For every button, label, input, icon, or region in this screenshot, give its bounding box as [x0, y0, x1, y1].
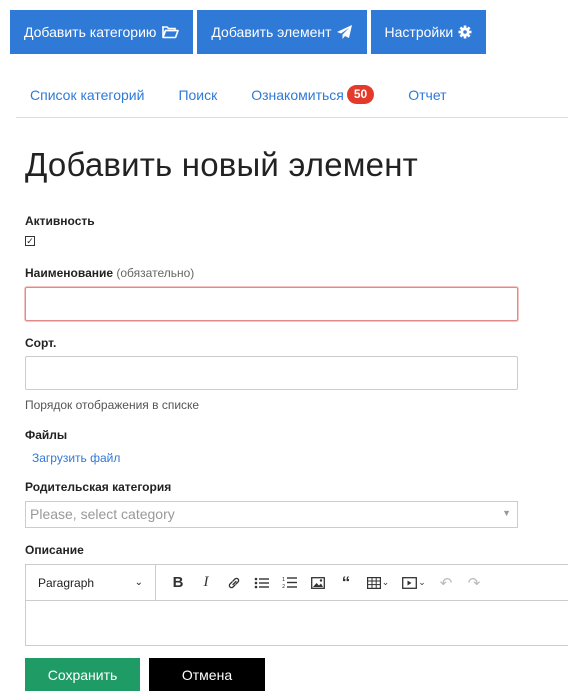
gear-icon	[458, 25, 472, 39]
add-category-label: Добавить категорию	[24, 24, 157, 40]
top-action-bar: Добавить категорию Добавить элемент Наст…	[10, 10, 487, 54]
parent-category-select[interactable]: Please, select category ▼	[25, 501, 518, 528]
cancel-button[interactable]: Отмена	[149, 658, 265, 691]
numbered-list-icon[interactable]: 12	[278, 571, 302, 595]
settings-label: Настройки	[384, 24, 454, 40]
table-icon[interactable]: ⌄	[362, 571, 394, 595]
active-label: Активность	[25, 214, 95, 228]
select-arrow-icon: ▼	[502, 508, 511, 518]
image-icon[interactable]	[306, 571, 330, 595]
files-label: Файлы	[25, 428, 68, 442]
folder-open-icon	[161, 25, 180, 39]
block-format-value: Paragraph	[38, 575, 95, 590]
editor-content-area[interactable]	[26, 601, 568, 645]
parent-category-placeholder: Please, select category	[30, 506, 175, 522]
sort-label: Сорт.	[25, 336, 57, 350]
bulleted-list-icon[interactable]	[250, 571, 274, 595]
tab-review-label: Ознакомиться	[251, 86, 344, 103]
sort-help-text: Порядок отображения в списке	[25, 398, 200, 412]
review-count-badge: 50	[346, 85, 375, 104]
tab-category-list[interactable]: Список категорий	[30, 87, 144, 103]
name-input[interactable]	[25, 287, 518, 321]
parent-category-label: Родительская категория	[25, 480, 172, 494]
add-element-label: Добавить элемент	[211, 24, 332, 40]
add-category-button[interactable]: Добавить категорию	[10, 10, 194, 54]
rich-text-editor: Paragraph ⌄ B I 12 “ ⌄ ⌄ ↶ ↷	[25, 564, 568, 646]
redo-icon[interactable]: ↷	[462, 571, 486, 595]
upload-file-link[interactable]: Загрузить файл	[32, 451, 120, 465]
tab-report[interactable]: Отчет	[408, 87, 446, 103]
tab-search[interactable]: Поиск	[178, 87, 217, 103]
name-label-text: Наименование	[25, 266, 114, 280]
nav-divider	[16, 117, 568, 118]
media-embed-icon[interactable]: ⌄	[398, 571, 430, 595]
nav-tabs: Список категорий Поиск Ознакомиться 50 О…	[30, 85, 481, 104]
sort-input[interactable]	[25, 356, 518, 390]
settings-button[interactable]: Настройки	[370, 10, 487, 54]
save-button[interactable]: Сохранить	[25, 658, 140, 691]
editor-toolbar: Paragraph ⌄ B I 12 “ ⌄ ⌄ ↶ ↷	[26, 565, 568, 601]
paper-plane-icon	[336, 25, 353, 39]
name-required-hint: (обязательно)	[116, 266, 195, 280]
active-checkbox[interactable]: ✓	[25, 236, 35, 246]
svg-text:1: 1	[282, 577, 285, 583]
table-dropdown-chevron-icon: ⌄	[381, 577, 390, 587]
description-label: Описание	[25, 543, 84, 557]
block-format-dropdown[interactable]: Paragraph ⌄	[26, 565, 156, 600]
undo-icon[interactable]: ↶	[434, 571, 458, 595]
add-element-button[interactable]: Добавить элемент	[197, 10, 367, 54]
link-icon[interactable]	[222, 571, 246, 595]
bold-icon[interactable]: B	[166, 571, 190, 595]
svg-text:2: 2	[282, 584, 285, 589]
name-label: Наименование (обязательно)	[25, 266, 194, 280]
tab-review[interactable]: Ознакомиться 50	[251, 85, 375, 104]
page-title: Добавить новый элемент	[25, 146, 418, 183]
media-dropdown-chevron-icon: ⌄	[418, 577, 426, 587]
blockquote-icon[interactable]: “	[334, 571, 358, 595]
chevron-down-icon: ⌄	[134, 577, 143, 588]
italic-icon[interactable]: I	[194, 571, 218, 595]
